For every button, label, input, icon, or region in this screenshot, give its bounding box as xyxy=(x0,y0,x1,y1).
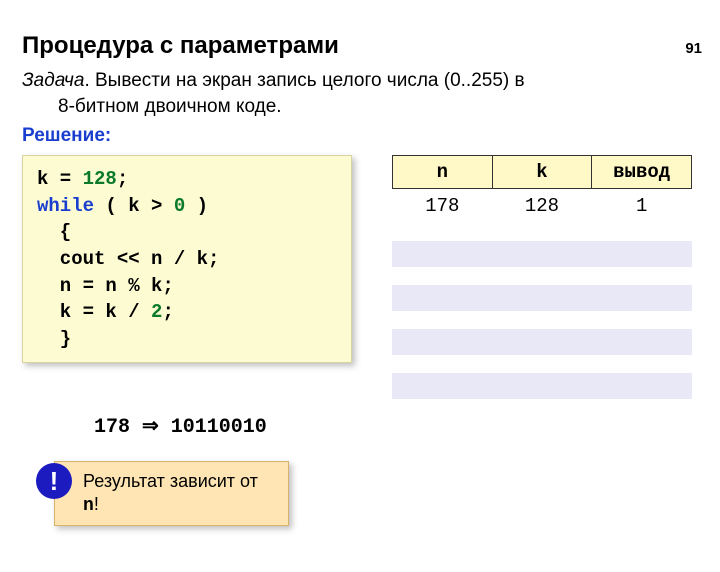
cell-n: 178 xyxy=(393,189,493,224)
trace-table: n k вывод 178 128 1 xyxy=(392,155,692,223)
th-out: вывод xyxy=(592,156,692,189)
code-l5: n = n % k; xyxy=(37,275,174,297)
note-text-b: n xyxy=(83,496,94,516)
empty-stripe xyxy=(392,373,692,399)
empty-stripe xyxy=(392,329,692,355)
empty-stripe xyxy=(392,241,692,267)
code-l3: { xyxy=(37,221,71,243)
conversion-line: 178 ⇒ 10110010 xyxy=(94,413,720,439)
task-line-2: 8-битном двоичном коде. xyxy=(58,94,720,120)
note-text-c: ! xyxy=(94,494,99,514)
code-l6b: 2 xyxy=(151,301,162,323)
code-l2b: ( k > xyxy=(94,195,174,217)
note-box: Результат зависит от n! xyxy=(54,461,289,526)
conversion-input: 178 xyxy=(94,416,130,439)
code-l1a: k = xyxy=(37,168,83,190)
task-label: Задача xyxy=(22,70,84,91)
conversion-output: 10110010 xyxy=(171,416,267,439)
cell-out: 1 xyxy=(592,189,692,224)
task-line-1: . Вывести на экран запись целого числа (… xyxy=(84,70,524,91)
empty-stripe xyxy=(392,285,692,311)
code-l4: cout << n / k; xyxy=(37,248,219,270)
page-title: Процедура с параметрами xyxy=(22,32,720,60)
code-box: k = 128; while ( k > 0 ) { cout << n / k… xyxy=(22,155,352,363)
trace-area: n k вывод 178 128 1 xyxy=(392,155,692,399)
solution-label: Решение: xyxy=(22,125,720,147)
page-number: 91 xyxy=(685,40,702,57)
content-row: k = 128; while ( k > 0 ) { cout << n / k… xyxy=(22,155,720,399)
table-header-row: n k вывод xyxy=(393,156,692,189)
note: ! Результат зависит от n! xyxy=(54,461,289,526)
code-l7: } xyxy=(37,328,71,350)
code-l2d: ) xyxy=(185,195,208,217)
code-l6c: ; xyxy=(162,301,173,323)
code-l1c: ; xyxy=(117,168,128,190)
task-text: Задача. Вывести на экран запись целого ч… xyxy=(22,68,720,119)
note-text-a: Результат зависит от xyxy=(83,471,258,491)
th-k: k xyxy=(492,156,592,189)
code-l2c: 0 xyxy=(174,195,185,217)
cell-k: 128 xyxy=(492,189,592,224)
conversion-arrow: ⇒ xyxy=(130,416,171,439)
code-l6a: k = k / xyxy=(37,301,151,323)
table-row: 178 128 1 xyxy=(393,189,692,224)
th-n: n xyxy=(393,156,493,189)
code-l1b: 128 xyxy=(83,168,117,190)
code-l2a: while xyxy=(37,195,94,217)
